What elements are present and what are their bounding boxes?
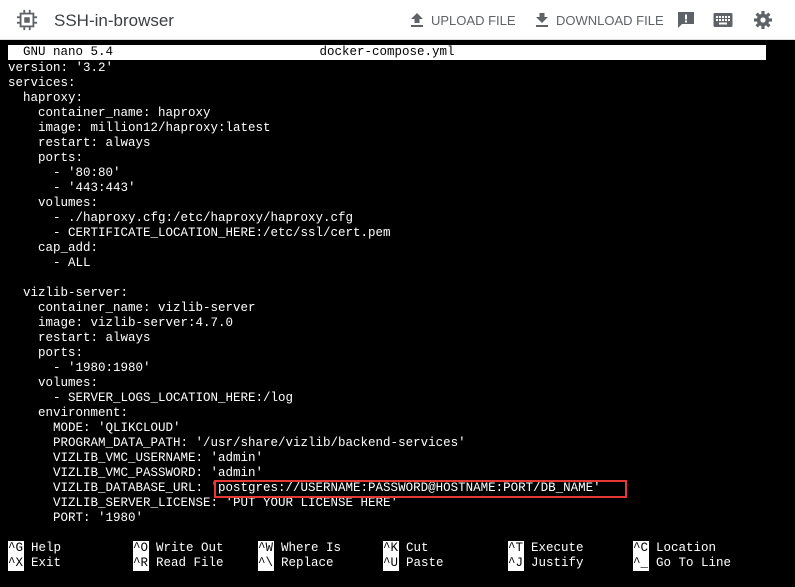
code-line: volumes: [8, 376, 99, 390]
shortcut-location[interactable]: ^C Location [633, 541, 716, 556]
upload-file-button[interactable]: UPLOAD FILE [410, 10, 516, 30]
code-line: VIZLIB_DATABASE_URL: 'postgres://USERNAM… [8, 481, 601, 495]
code-line: - '80:80' [8, 166, 121, 180]
shortcut-exit[interactable]: ^X Exit [8, 556, 61, 571]
code-line: restart: always [8, 331, 151, 345]
download-icon [536, 13, 548, 27]
upload-file-label: UPLOAD FILE [431, 12, 516, 28]
code-line: PROGRAM_DATA_PATH: '/usr/share/vizlib/ba… [8, 436, 466, 450]
keyboard-icon[interactable] [713, 10, 733, 30]
download-file-label: DOWNLOAD FILE [556, 12, 664, 28]
code-line: environment: [8, 406, 129, 420]
nano-title-bar: GNU nano 5.4 docker-compose.yml [8, 45, 766, 60]
code-line: image: million12/haproxy:latest [8, 121, 271, 135]
code-line: container_name: vizlib-server [8, 301, 256, 315]
terminal-window[interactable]: GNU nano 5.4 docker-compose.yml version:… [0, 40, 795, 587]
app-header: SSH-in-browser UPLOAD FILE DOWNLOAD FILE [0, 0, 795, 40]
shortcut-go-to-line[interactable]: ^_ Go To Line [633, 556, 731, 571]
code-line: cap_add: [8, 241, 99, 255]
code-line: vizlib-server: [8, 286, 129, 300]
feedback-icon[interactable] [676, 10, 696, 30]
code-line: version: '3.2' [8, 61, 114, 75]
download-file-button[interactable]: DOWNLOAD FILE [535, 10, 664, 30]
app-title: SSH-in-browser [54, 11, 174, 30]
shortcut-where-is[interactable]: ^W Where Is [258, 541, 341, 556]
shortcut-write-out[interactable]: ^O Write Out [133, 541, 224, 556]
shortcut-justify[interactable]: ^J Justify [508, 556, 584, 571]
code-line: - '1980:1980' [8, 361, 151, 375]
upload-icon [411, 13, 423, 27]
code-line: VIZLIB_SERVER_LICENSE: 'PUT YOUR LICENSE… [8, 496, 399, 510]
shortcut-execute[interactable]: ^T Execute [508, 541, 584, 556]
settings-gear-icon[interactable] [753, 10, 773, 30]
code-line: - ./haproxy.cfg:/etc/haproxy/haproxy.cfg [8, 211, 354, 225]
code-line: image: vizlib-server:4.7.0 [8, 316, 234, 330]
code-line: container_name: haproxy [8, 106, 211, 120]
code-line: ports: [8, 151, 84, 165]
shortcut-replace[interactable]: ^\ Replace [258, 556, 334, 571]
nano-shortcut-bar: ^G Help ^O Write Out ^W Where Is ^K Cut ^T Ex… [8, 541, 788, 571]
code-line: MODE: 'QLIKCLOUD' [8, 421, 181, 435]
code-line: restart: always [8, 136, 151, 150]
nano-filename: docker-compose.yml [319, 45, 455, 59]
chip-icon [16, 9, 38, 31]
code-line: VIZLIB_VMC_PASSWORD: 'admin' [8, 466, 264, 480]
code-line: VIZLIB_VMC_USERNAME: 'admin' [8, 451, 264, 465]
code-line: services: [8, 76, 76, 90]
shortcut-help[interactable]: ^G Help [8, 541, 61, 556]
code-line: volumes: [8, 196, 99, 210]
code-line: - SERVER_LOGS_LOCATION_HERE:/log [8, 391, 294, 405]
code-line: - CERTIFICATE_LOCATION_HERE:/etc/ssl/cer… [8, 226, 391, 240]
code-line: haproxy: [8, 91, 84, 105]
code-line: - '443:443' [8, 181, 136, 195]
shortcut-cut[interactable]: ^K Cut [383, 541, 429, 556]
editor-content[interactable]: version: '3.2' services: haproxy: contai… [8, 61, 788, 526]
code-line: ports: [8, 346, 84, 360]
code-line: PORT: '1980' [8, 511, 144, 525]
shortcut-read-file[interactable]: ^R Read File [133, 556, 224, 571]
shortcut-paste[interactable]: ^U Paste [383, 556, 444, 571]
code-line: - ALL [8, 256, 91, 270]
